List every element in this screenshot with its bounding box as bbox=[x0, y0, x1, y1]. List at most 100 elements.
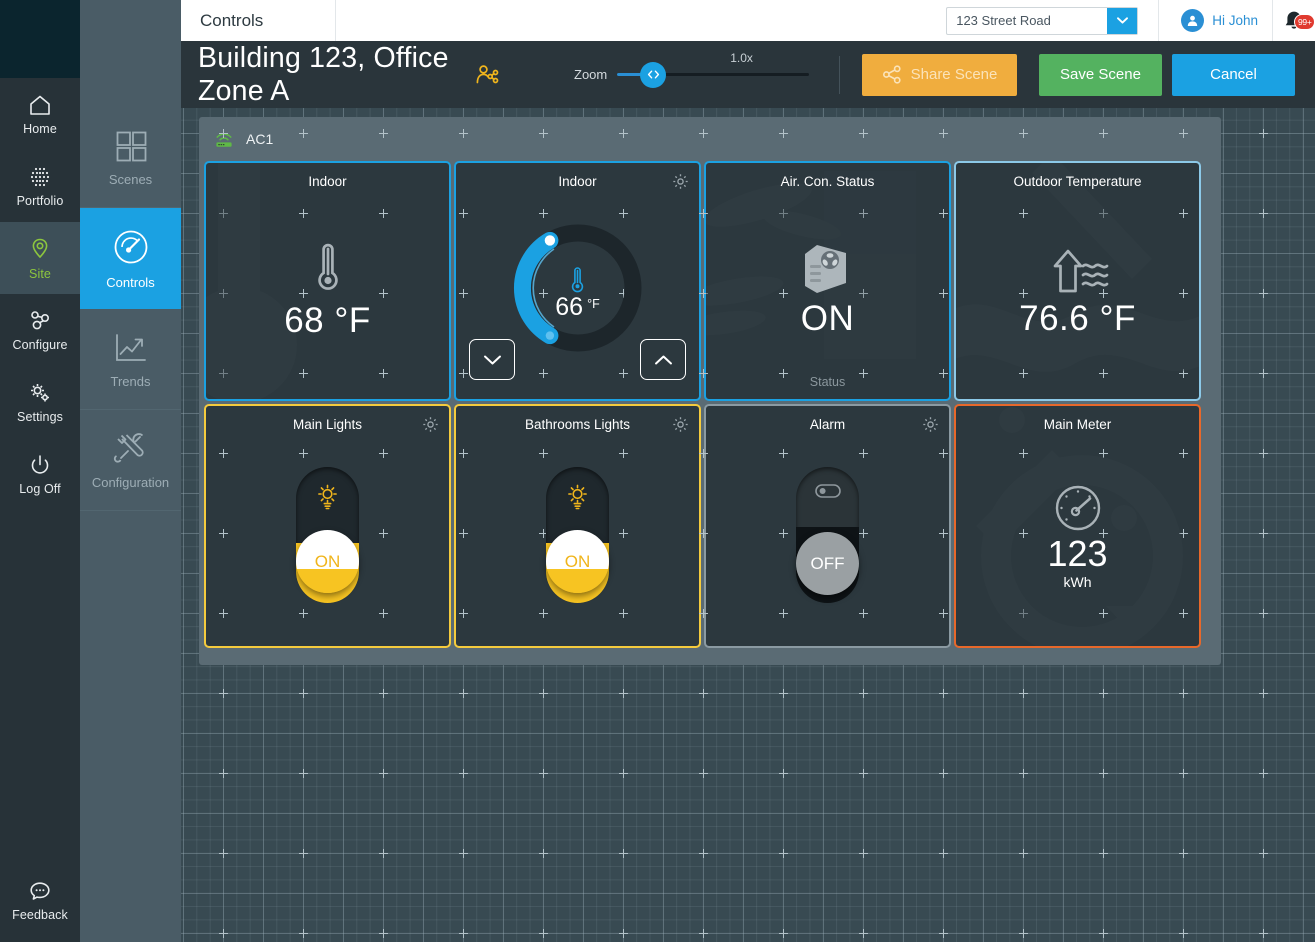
sidebar-item-home[interactable]: Home bbox=[0, 78, 80, 150]
share-user-icon[interactable] bbox=[475, 63, 501, 87]
grid-marker bbox=[619, 769, 628, 778]
chevron-down-icon[interactable] bbox=[1107, 7, 1138, 34]
card-indoor-dial[interactable]: Indoor 66 °F bbox=[454, 161, 701, 401]
sidebar-item-settings[interactable]: Settings bbox=[0, 366, 80, 438]
scene-canvas[interactable]: AC1 Indoor 68 °F Indoor 66 °F Air. Con. … bbox=[181, 108, 1315, 942]
setpoint-decrease-button[interactable] bbox=[469, 339, 515, 380]
grid-marker bbox=[219, 849, 228, 858]
outdoor-temp-icon bbox=[1053, 249, 1108, 293]
gear-icon[interactable] bbox=[672, 416, 689, 433]
zoom-slider[interactable]: 1.0x bbox=[617, 51, 810, 88]
light-toggle-switch[interactable]: ON bbox=[546, 467, 609, 603]
grid-marker bbox=[1099, 689, 1108, 698]
grid-marker bbox=[859, 929, 868, 938]
value-unit: °F bbox=[587, 296, 600, 311]
sidebar-item-feedback[interactable]: Feedback bbox=[0, 864, 80, 936]
grid-marker bbox=[1179, 689, 1188, 698]
card-main-lights[interactable]: Main Lights ON bbox=[204, 404, 451, 648]
sidebar-item-portfolio[interactable]: Portfolio bbox=[0, 150, 80, 222]
card-value: 68 °F bbox=[284, 301, 371, 341]
line-chart-icon bbox=[115, 334, 146, 361]
value-number: 68 bbox=[284, 301, 325, 340]
toggle-knob[interactable]: ON bbox=[296, 530, 359, 593]
grid-marker bbox=[1019, 769, 1028, 778]
tab-configuration[interactable]: Configuration bbox=[80, 410, 181, 511]
temperature-dial[interactable]: 66 °F bbox=[510, 220, 646, 356]
main-column: Controls 123 Street Road Hi John 99+ Bui… bbox=[181, 0, 1315, 942]
grid-marker bbox=[459, 849, 468, 858]
grid-marker bbox=[1179, 769, 1188, 778]
card-outdoor-temperature[interactable]: Outdoor Temperature 76.6 °F bbox=[954, 161, 1201, 401]
tab-label: Trends bbox=[110, 374, 151, 389]
grid-marker bbox=[539, 849, 548, 858]
card-air-con-status[interactable]: Air. Con. Status ON Status bbox=[704, 161, 951, 401]
card-alarm[interactable]: Alarm OFF bbox=[704, 404, 951, 648]
card-body: ON bbox=[706, 189, 949, 391]
card-indoor-readout[interactable]: Indoor 68 °F bbox=[204, 161, 451, 401]
value-number: ON bbox=[800, 299, 855, 338]
grid-marker bbox=[1259, 209, 1268, 218]
device-panel-ac1[interactable]: AC1 Indoor 68 °F Indoor 66 °F Air. Con. … bbox=[199, 117, 1221, 665]
sidebar-label: Log Off bbox=[19, 481, 61, 496]
speedometer-icon bbox=[1055, 485, 1100, 531]
grid-marker bbox=[539, 769, 548, 778]
card-grid: Indoor 68 °F Indoor 66 °F Air. Con. Stat… bbox=[199, 161, 1221, 648]
gauge-icon bbox=[114, 230, 147, 264]
card-body: 76.6 °F bbox=[956, 189, 1199, 391]
zoom-control: Zoom 1.0x bbox=[574, 51, 810, 88]
grid-marker bbox=[1099, 849, 1108, 858]
save-scene-button[interactable]: Save Scene bbox=[1039, 53, 1162, 96]
sidebar-item-site[interactable]: Site bbox=[0, 222, 80, 294]
card-main-meter[interactable]: Main Meter 123 kWh bbox=[954, 404, 1201, 648]
tab-trends[interactable]: Trends bbox=[80, 309, 181, 410]
grid-marker bbox=[859, 849, 868, 858]
app-logo[interactable] bbox=[0, 0, 80, 78]
grid-marker bbox=[699, 769, 708, 778]
toggle-knob[interactable]: ON bbox=[546, 530, 609, 593]
power-icon bbox=[31, 454, 49, 474]
gear-icon[interactable] bbox=[922, 416, 939, 433]
zoom-value: 1.0x bbox=[730, 50, 753, 65]
zoom-slider-handle[interactable] bbox=[640, 61, 667, 88]
cancel-button[interactable]: Cancel bbox=[1172, 53, 1295, 96]
value-number: 66 bbox=[555, 292, 584, 321]
value-number: 76.6 bbox=[1019, 299, 1090, 338]
card-title: Main Meter bbox=[1043, 417, 1112, 432]
device-panel-title: AC1 bbox=[246, 131, 274, 147]
user-menu[interactable]: Hi John bbox=[1158, 0, 1273, 41]
site-select[interactable]: 123 Street Road bbox=[946, 6, 1139, 35]
breadcrumb: Controls bbox=[181, 0, 336, 41]
site-select-value: 123 Street Road bbox=[956, 13, 1051, 28]
light-bulb-icon bbox=[546, 484, 609, 510]
share-scene-button[interactable]: Share Scene bbox=[862, 53, 1017, 96]
setpoint-increase-button[interactable] bbox=[640, 339, 686, 380]
module-tab-bar: Scenes Controls Trends Configuration bbox=[80, 0, 181, 942]
alarm-toggle-switch[interactable]: OFF bbox=[796, 467, 859, 603]
sidebar-label: Configure bbox=[12, 337, 68, 352]
user-avatar-icon bbox=[1181, 9, 1205, 32]
sidebar-item-log-off[interactable]: Log Off bbox=[0, 438, 80, 510]
notifications-button[interactable]: 99+ bbox=[1273, 9, 1315, 33]
grid-marker bbox=[219, 929, 228, 938]
grid-marker bbox=[299, 769, 308, 778]
grid-marker bbox=[859, 689, 868, 698]
primary-sidebar: Home Portfolio Site Configure Settings L… bbox=[0, 0, 80, 942]
page-title: Building 123, Office Zone A bbox=[198, 41, 449, 107]
tab-controls[interactable]: Controls bbox=[80, 208, 181, 309]
sidebar-label: Settings bbox=[17, 409, 63, 424]
grid-marker bbox=[219, 769, 228, 778]
share-scene-label: Share Scene bbox=[910, 66, 998, 83]
sidebar-item-configure[interactable]: Configure bbox=[0, 294, 80, 366]
tab-scenes[interactable]: Scenes bbox=[80, 107, 181, 208]
gear-icon[interactable] bbox=[672, 173, 689, 190]
tab-label: Scenes bbox=[108, 172, 153, 187]
card-bathrooms-lights[interactable]: Bathrooms Lights ON bbox=[454, 404, 701, 648]
toggle-knob[interactable]: OFF bbox=[796, 532, 859, 595]
light-toggle-switch[interactable]: ON bbox=[296, 467, 359, 603]
grid-marker bbox=[1259, 849, 1268, 858]
grid-marker bbox=[1259, 929, 1268, 938]
dial-readout: 66 °F bbox=[510, 220, 646, 356]
zoom-label: Zoom bbox=[574, 67, 608, 82]
gear-icon[interactable] bbox=[422, 416, 439, 433]
grid-marker bbox=[1019, 849, 1028, 858]
